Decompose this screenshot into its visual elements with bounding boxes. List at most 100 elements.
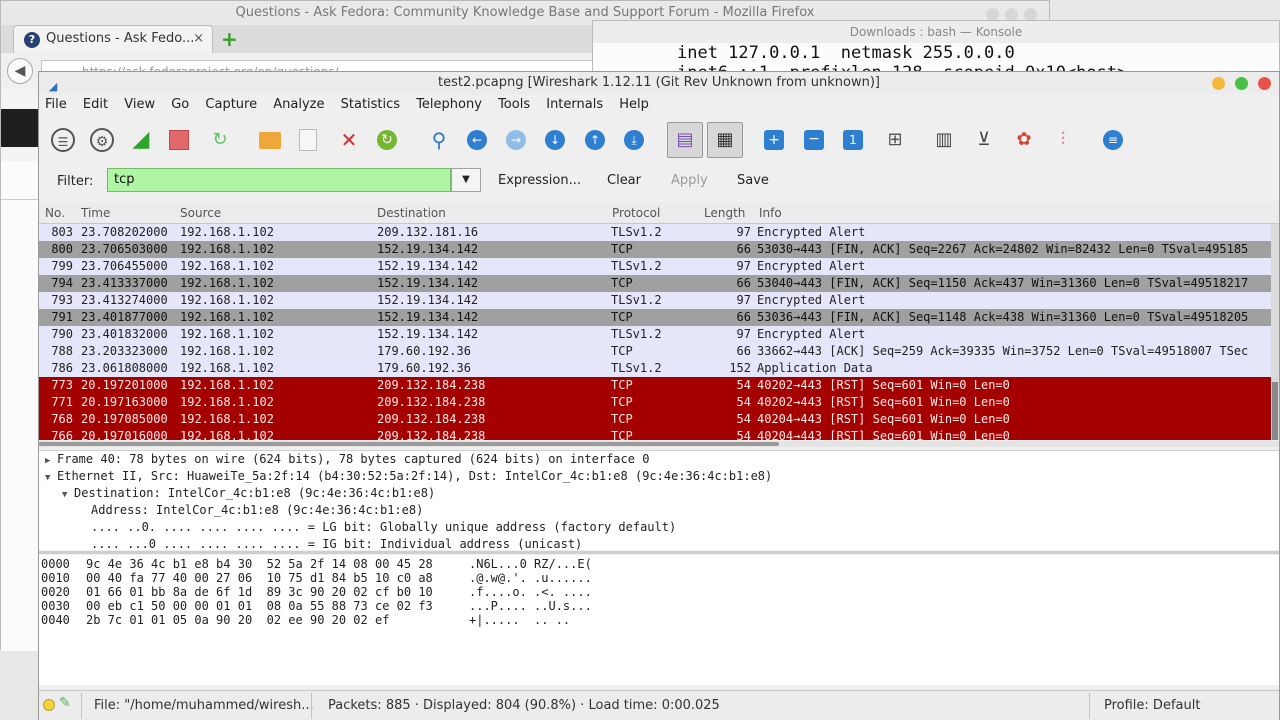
packet-time: 23.413337000 bbox=[81, 276, 168, 290]
expert-info-icon[interactable] bbox=[43, 699, 55, 711]
clear-button[interactable]: Clear bbox=[607, 173, 641, 188]
coloring-rules-icon[interactable]: ✿ bbox=[1012, 128, 1036, 152]
capture-options-icon[interactable]: ⚙ bbox=[90, 128, 114, 152]
packet-row[interactable]: 790 23.401832000 192.168.1.102 152.19.134.1… bbox=[39, 326, 1279, 343]
normal-size-icon[interactable]: 1 bbox=[843, 130, 863, 150]
bytes-hex: 01 66 01 bb 8a de 6f 1d 89 3c 90 20 02 c… bbox=[86, 585, 433, 599]
display-filter-input[interactable]: tcp bbox=[107, 168, 451, 192]
menu-tools[interactable]: Tools bbox=[492, 94, 536, 116]
bytes-row[interactable]: 0020 01 66 01 bb 8a de 6f 1d 89 3c 90 20 … bbox=[39, 585, 1279, 599]
packet-row[interactable]: 793 23.413274000 192.168.1.102 152.19.134.1… bbox=[39, 292, 1279, 309]
bytes-row[interactable]: 0010 00 40 fa 77 40 00 27 06 10 75 d1 84 … bbox=[39, 571, 1279, 585]
column-time[interactable]: Time bbox=[81, 206, 110, 220]
new-tab-icon[interactable]: + bbox=[221, 27, 238, 51]
open-file-icon[interactable] bbox=[259, 132, 281, 149]
resize-columns-icon[interactable]: ⊞ bbox=[883, 128, 907, 152]
bytes-row[interactable]: 0000 9c 4e 36 4c b1 e8 b4 30 52 5a 2f 14 … bbox=[39, 557, 1279, 571]
packet-row[interactable]: 766 20.197016000 192.168.1.102 209.132.184.… bbox=[39, 428, 1279, 440]
bytes-ascii: .f....o. .<. .... bbox=[469, 585, 592, 599]
display-filters-icon[interactable]: ⊻ bbox=[972, 128, 996, 152]
menu-capture[interactable]: Capture bbox=[199, 94, 263, 116]
packet-list-vscrollbar[interactable] bbox=[1271, 224, 1279, 440]
bytes-hex: 9c 4e 36 4c b1 e8 b4 30 52 5a 2f 14 08 0… bbox=[86, 557, 433, 571]
reload-icon[interactable]: ↻ bbox=[377, 130, 397, 150]
apply-button[interactable]: Apply bbox=[671, 173, 708, 188]
bytes-row[interactable]: 0030 00 eb c1 50 00 00 01 01 08 0a 55 88 … bbox=[39, 599, 1279, 613]
detail-tree-item[interactable]: .... ..0. .... .... .... .... = LG bit: … bbox=[39, 519, 1279, 536]
packet-row[interactable]: 786 23.061808000 192.168.1.102 179.60.192.3… bbox=[39, 360, 1279, 377]
close-file-icon[interactable]: ✕ bbox=[337, 128, 361, 152]
capture-filters-icon[interactable]: ▥ bbox=[932, 128, 956, 152]
menubar: File Edit View Go Capture Analyze Statis… bbox=[39, 94, 1279, 116]
maximize-icon[interactable] bbox=[1234, 77, 1248, 90]
help-icon[interactable]: ≡ bbox=[1103, 130, 1123, 150]
packet-row[interactable]: 803 23.708202000 192.168.1.102 209.132.181.… bbox=[39, 224, 1279, 241]
column-length[interactable]: Length bbox=[704, 206, 745, 220]
start-capture-fin-icon[interactable]: ◢ bbox=[129, 128, 153, 152]
detail-tree-item[interactable]: ▼ Ethernet II, Src: HuaweiTe_5a:2f:14 (b4… bbox=[39, 468, 1279, 485]
menu-help[interactable]: Help bbox=[613, 94, 655, 116]
packet-row[interactable]: 771 20.197163000 192.168.1.102 209.132.184.… bbox=[39, 394, 1279, 411]
konsole-line-1: inet 127.0.0.1 netmask 255.0.0.0 bbox=[677, 43, 1015, 63]
save-file-icon[interactable] bbox=[299, 129, 317, 151]
tab-close-icon[interactable]: × bbox=[193, 26, 204, 52]
restart-capture-icon[interactable]: ↻ bbox=[208, 128, 232, 152]
packet-time: 23.708202000 bbox=[81, 225, 168, 239]
menu-file[interactable]: File bbox=[39, 94, 73, 116]
packet-row[interactable]: 794 23.413337000 192.168.1.102 152.19.134.1… bbox=[39, 275, 1279, 292]
comments-icon[interactable]: ✎ bbox=[59, 695, 71, 711]
autoscroll-icon: ▦ bbox=[716, 129, 734, 150]
back-arrow-icon[interactable]: ◀ bbox=[7, 58, 33, 84]
packet-source: 192.168.1.102 bbox=[180, 310, 274, 324]
detail-tree-item[interactable]: ▼ Destination: IntelCor_4c:b1:e8 (9c:4e:3… bbox=[39, 485, 1279, 502]
menu-analyze[interactable]: Analyze bbox=[267, 94, 330, 116]
menu-view[interactable]: View bbox=[118, 94, 161, 116]
column-info[interactable]: Info bbox=[759, 206, 782, 220]
column-destination[interactable]: Destination bbox=[377, 206, 446, 220]
firefox-tab-questions[interactable]: ? Questions - Ask Fedo... × bbox=[13, 25, 213, 53]
status-profile[interactable]: Profile: Default bbox=[1104, 698, 1200, 713]
zoom-in-icon[interactable]: + bbox=[764, 130, 784, 150]
packet-row[interactable]: 768 20.197085000 192.168.1.102 209.132.184.… bbox=[39, 411, 1279, 428]
packet-row[interactable]: 791 23.401877000 192.168.1.102 152.19.134.1… bbox=[39, 309, 1279, 326]
stop-capture-icon[interactable] bbox=[169, 130, 189, 150]
menu-go[interactable]: Go bbox=[165, 94, 195, 116]
last-packet-icon[interactable]: ⤓ bbox=[624, 130, 644, 150]
save-filter-button[interactable]: Save bbox=[737, 173, 769, 188]
packet-row[interactable]: 800 23.706503000 192.168.1.102 152.19.134.1… bbox=[39, 241, 1279, 258]
go-forward-icon[interactable]: → bbox=[506, 130, 526, 150]
packet-row[interactable]: 773 20.197201000 192.168.1.102 209.132.184.… bbox=[39, 377, 1279, 394]
firefox-page-strip bbox=[1, 161, 39, 651]
minimize-icon[interactable] bbox=[1211, 77, 1225, 90]
bytes-row[interactable]: 0040 2b 7c 01 01 05 0a 90 20 02 ee 90 20 … bbox=[39, 613, 1279, 627]
go-back-icon[interactable]: ← bbox=[467, 130, 487, 150]
menu-telephony[interactable]: Telephony bbox=[410, 94, 488, 116]
column-protocol[interactable]: Protocol bbox=[612, 206, 660, 220]
detail-tree-item[interactable]: ▶ Frame 40: 78 bytes on wire (624 bits), … bbox=[39, 451, 1279, 468]
filter-dropdown-icon[interactable]: ▼ bbox=[451, 168, 481, 192]
packet-row[interactable]: 799 23.706455000 192.168.1.102 152.19.134.1… bbox=[39, 258, 1279, 275]
column-source[interactable]: Source bbox=[180, 206, 221, 220]
go-to-packet-icon[interactable]: ↓ bbox=[545, 130, 565, 150]
close-icon[interactable] bbox=[1258, 77, 1271, 90]
preferences-icon[interactable]: ⫶ bbox=[1051, 128, 1075, 152]
packet-length: 97 bbox=[736, 259, 751, 273]
detail-text: .... ...0 .... .... .... .... = IG bit: … bbox=[91, 537, 583, 551]
detail-tree-item[interactable]: Address: IntelCor_4c:b1:e8 (9c:4e:36:4c:… bbox=[39, 502, 1279, 519]
find-packet-icon[interactable]: ⚲ bbox=[427, 128, 451, 152]
menu-edit[interactable]: Edit bbox=[77, 94, 114, 116]
first-packet-icon[interactable]: ↑ bbox=[585, 130, 605, 150]
zoom-out-icon[interactable]: − bbox=[804, 130, 824, 150]
packet-length: 66 bbox=[736, 344, 751, 358]
packet-protocol: TCP bbox=[611, 412, 633, 426]
packet-no: 790 bbox=[51, 327, 73, 341]
interfaces-list-icon[interactable]: ☰ bbox=[51, 128, 75, 152]
column-no[interactable]: No. bbox=[45, 206, 65, 220]
packet-list-hscrollbar[interactable] bbox=[39, 441, 1279, 447]
packet-row[interactable]: 788 23.203323000 192.168.1.102 179.60.192.3… bbox=[39, 343, 1279, 360]
pane-splitter[interactable] bbox=[39, 551, 1279, 554]
menu-internals[interactable]: Internals bbox=[540, 94, 609, 116]
menu-statistics[interactable]: Statistics bbox=[335, 94, 406, 116]
expression-button[interactable]: Expression... bbox=[498, 173, 581, 188]
wireshark-fin-icon: ◢ bbox=[48, 80, 58, 93]
